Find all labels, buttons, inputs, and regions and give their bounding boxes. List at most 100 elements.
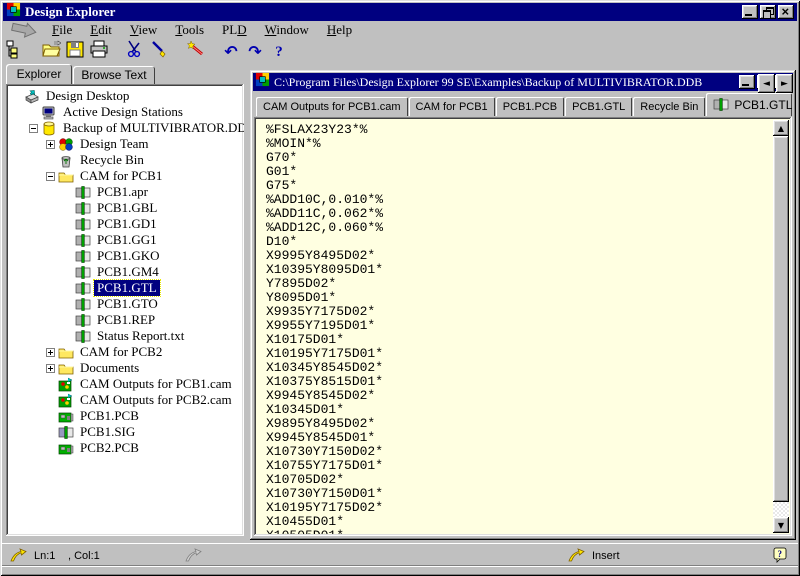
doc-tab-pcb1-pcb[interactable]: PCB1.PCB <box>496 97 564 116</box>
column-indicator: , Col:1 <box>68 550 100 562</box>
window-title: Design Explorer <box>25 4 740 20</box>
tree-item-pcb1-gg1[interactable]: PCB1.GG1 <box>9 232 241 248</box>
brush-icon <box>149 39 169 64</box>
tree-connector <box>45 376 58 392</box>
wizard-button[interactable] <box>183 40 207 63</box>
undo-icon: ↶ <box>224 42 237 62</box>
redo-button[interactable]: ↷ <box>243 40 267 63</box>
menu-tools[interactable]: Tools <box>166 21 213 39</box>
tree-item-label: Active Design Stations <box>60 104 186 120</box>
expander-minus-icon[interactable] <box>28 120 41 136</box>
tree-item-pcb1-apr[interactable]: PCB1.apr <box>9 184 241 200</box>
tree-item-pcb1-sig[interactable]: PCB1.SIG <box>9 424 241 440</box>
paste-button[interactable] <box>147 40 171 63</box>
tree-connector <box>62 248 75 264</box>
minimize-button[interactable] <box>742 5 758 19</box>
tree-item-label: Design Team <box>77 136 152 152</box>
menu-pld[interactable]: PLD <box>213 21 256 39</box>
app-icon <box>6 2 21 22</box>
menu-file[interactable]: File <box>43 21 81 39</box>
status-help-icon[interactable]: ? <box>773 547 788 563</box>
tab-browse-text[interactable]: Browse Text <box>73 66 155 84</box>
explorer-tree: Design DesktopActive Design StationsBack… <box>6 84 244 536</box>
tree-item-pcb1-gbl[interactable]: PCB1.GBL <box>9 200 241 216</box>
doc-tab-recycle-bin[interactable]: Recycle Bin <box>633 97 705 116</box>
tree-item-pcb1-gtl[interactable]: PCB1.GTL <box>9 280 241 296</box>
doc-tab-pcb1-gtl-active[interactable]: PCB1.GTL <box>706 93 792 116</box>
close-button[interactable] <box>778 5 794 19</box>
database-icon <box>41 121 59 136</box>
magic-wand-icon <box>185 39 205 64</box>
menu-window[interactable]: Window <box>256 21 318 39</box>
tree-item-pcb1-gko[interactable]: PCB1.GKO <box>9 248 241 264</box>
tree-item-label: PCB1.GM4 <box>94 264 162 280</box>
open-button[interactable] <box>39 40 63 63</box>
scroll-up-button[interactable]: ▲ <box>773 120 789 136</box>
menu-view[interactable]: View <box>121 21 166 39</box>
tree-item-cam-for-pcb2[interactable]: CAM for PCB2 <box>9 344 241 360</box>
document-window: C:\Program Files\Design Explorer 99 SE\E… <box>250 70 796 540</box>
tree-item-design-team[interactable]: Design Team <box>9 136 241 152</box>
line-indicator: Ln:1 <box>34 550 55 562</box>
cursor-arrow-icon <box>10 548 28 562</box>
text-editor[interactable]: %FSLAX23Y23*% %MOIN*% G70* G01* G75* %AD… <box>254 117 792 536</box>
tree-item-cam-outputs-for-pcb2-cam[interactable]: CAM Outputs for PCB2.cam <box>9 392 241 408</box>
menu-help[interactable]: Help <box>318 21 361 39</box>
pcb-doc-icon <box>58 409 76 424</box>
restore-button[interactable] <box>760 5 776 19</box>
save-button[interactable] <box>63 40 87 63</box>
open-folder-icon <box>41 39 61 64</box>
tree-item-design-desktop[interactable]: Design Desktop <box>9 88 241 104</box>
doc-tab-pcb1-gtl[interactable]: PCB1.GTL <box>565 97 632 116</box>
tree-item-pcb1-gm4[interactable]: PCB1.GM4 <box>9 264 241 280</box>
tree-item-pcb2-pcb[interactable]: PCB2.PCB <box>9 440 241 456</box>
help-button[interactable]: ? <box>267 40 291 63</box>
print-button[interactable] <box>87 40 111 63</box>
expander-plus-icon[interactable] <box>45 136 58 152</box>
tree-item-label: PCB1.PCB <box>77 408 142 424</box>
vertical-scrollbar[interactable]: ▲ ▼ <box>773 120 789 533</box>
cam-doc-icon <box>58 377 76 392</box>
tree-item-cam-outputs-for-pcb1-cam[interactable]: CAM Outputs for PCB1.cam <box>9 376 241 392</box>
drop-arrow-icon[interactable] <box>9 22 43 38</box>
tree-item-pcb1-rep[interactable]: PCB1.REP <box>9 312 241 328</box>
document-titlebar[interactable]: C:\Program Files\Design Explorer 99 SE\E… <box>253 73 793 91</box>
expander-plus-icon[interactable] <box>45 344 58 360</box>
tree-item-pcb1-pcb[interactable]: PCB1.PCB <box>9 408 241 424</box>
expander-minus-icon[interactable] <box>45 168 58 184</box>
tree-item-active-design-stations[interactable]: Active Design Stations <box>9 104 241 120</box>
menu-edit[interactable]: Edit <box>81 21 121 39</box>
gerber-doc-icon <box>75 249 93 264</box>
document-title: C:\Program Files\Design Explorer 99 SE\E… <box>274 75 737 90</box>
doc-tab-cam-for-pcb1[interactable]: CAM for PCB1 <box>409 97 495 116</box>
tree-item-backup-of-multivibrator-ddb[interactable]: Backup of MULTIVIBRATOR.DDB <box>9 120 241 136</box>
folder-icon <box>58 345 76 360</box>
explorer-toggle-button[interactable] <box>3 40 27 63</box>
expander-plus-icon[interactable] <box>45 360 58 376</box>
printer-icon <box>89 39 109 64</box>
tree-item-label: CAM for PCB1 <box>77 168 165 184</box>
tree-item-recycle-bin[interactable]: Recycle Bin <box>9 152 241 168</box>
tree-item-pcb1-gd1[interactable]: PCB1.GD1 <box>9 216 241 232</box>
tree-item-label: PCB1.REP <box>94 312 158 328</box>
tree-item-status-report-txt[interactable]: Status Report.txt <box>9 328 241 344</box>
tab-scroll-left-button[interactable]: ◄ <box>758 74 775 93</box>
tree-item-label: Backup of MULTIVIBRATOR.DDB <box>60 120 244 136</box>
cut-button[interactable] <box>123 40 147 63</box>
tree-item-pcb1-gto[interactable]: PCB1.GTO <box>9 296 241 312</box>
gerber-doc-icon <box>75 233 93 248</box>
scroll-down-button[interactable]: ▼ <box>773 517 789 533</box>
menubar: FileEditViewToolsPLDWindowHelp <box>3 21 797 39</box>
tree-item-label: Documents <box>77 360 142 376</box>
tab-scroll-right-button[interactable]: ► <box>776 74 793 93</box>
minimize-button[interactable] <box>739 75 755 89</box>
tree-item-documents[interactable]: Documents <box>9 360 241 376</box>
main-titlebar[interactable]: Design Explorer <box>3 3 797 21</box>
insert-mode-indicator: Insert <box>592 550 620 562</box>
gerber-text[interactable]: %FSLAX23Y23*% %MOIN*% G70* G01* G75* %AD… <box>266 123 770 534</box>
undo-button[interactable]: ↶ <box>219 40 243 63</box>
scrollbar-thumb[interactable] <box>773 136 789 502</box>
tree-item-cam-for-pcb1[interactable]: CAM for PCB1 <box>9 168 241 184</box>
tab-explorer[interactable]: Explorer <box>6 64 72 84</box>
doc-tab-cam-outputs-for-pcb1-cam[interactable]: CAM Outputs for PCB1.cam <box>256 97 408 116</box>
